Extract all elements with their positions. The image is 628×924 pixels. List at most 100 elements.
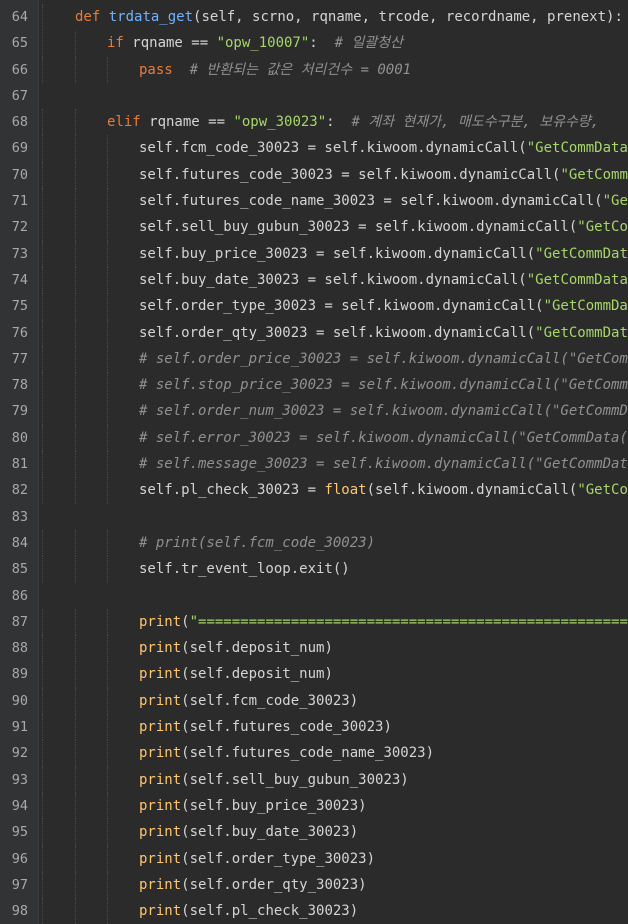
code-token: "GetCommData bbox=[560, 166, 628, 183]
code-line[interactable]: 92 print(self.futures_code_name_30023) bbox=[0, 740, 628, 767]
indent-guide bbox=[42, 898, 43, 924]
code-line[interactable]: 91 print(self.futures_code_30023) bbox=[0, 714, 628, 741]
indent-guide bbox=[75, 161, 76, 189]
indent-guide bbox=[107, 608, 108, 636]
code-text: # self.message_30023 = self.kiwoom.dynam… bbox=[139, 451, 628, 477]
code-text: print(self.futures_code_name_30023) bbox=[139, 740, 434, 766]
code-line[interactable]: 79 # self.order_num_30023 = self.kiwoom.d… bbox=[0, 398, 628, 425]
code-line[interactable]: 89 print(self.deposit_num) bbox=[0, 661, 628, 688]
indent-guide bbox=[75, 188, 76, 215]
code-line[interactable]: 70 self.futures_code_30023 = self.kiwoom.… bbox=[0, 161, 628, 189]
indent-guide bbox=[75, 714, 76, 741]
code-line[interactable]: 78 # self.stop_price_30023 = self.kiwoom.… bbox=[0, 372, 628, 399]
code-line[interactable]: 75 self.order_type_30023 = self.kiwoom.dy… bbox=[0, 293, 628, 320]
indent-guide bbox=[75, 30, 76, 57]
code-area[interactable]: 64 def trdata_get(self, scrno, rqname, tr… bbox=[0, 4, 628, 924]
code-line[interactable]: 76 self.order_qty_30023 = self.kiwoom.dyn… bbox=[0, 319, 628, 346]
line-number: 84 bbox=[11, 534, 28, 551]
indent-guide bbox=[107, 687, 108, 715]
indent-guide bbox=[75, 266, 76, 294]
code-token: (self.kiwoom.dynamicCall( bbox=[366, 482, 578, 499]
code-line[interactable]: 84 # print(self.fcm_code_30023) bbox=[0, 529, 628, 557]
indent-guide bbox=[107, 293, 108, 320]
code-line[interactable]: 73 self.buy_price_30023 = self.kiwoom.dyn… bbox=[0, 240, 628, 267]
indent-guide bbox=[107, 372, 108, 399]
code-token: self.pl_check_30023 = bbox=[139, 482, 325, 499]
line-number: 85 bbox=[11, 561, 28, 578]
code-token: "opw_30023" bbox=[233, 114, 327, 131]
indent-guide bbox=[42, 345, 43, 373]
indent-guide bbox=[107, 188, 108, 215]
line-number: 86 bbox=[11, 587, 28, 604]
code-text: def trdata_get(self, scrno, rqname, trco… bbox=[75, 4, 623, 30]
code-line[interactable]: 68 elif rqname == "opw_30023": # 계좌 현재가, … bbox=[0, 109, 628, 136]
code-token: self.order_qty_30023 = self.kiwoom.dynam… bbox=[139, 324, 536, 341]
code-line[interactable]: 87 print("===============================… bbox=[0, 608, 628, 636]
code-line[interactable]: 69 self.fcm_code_30023 = self.kiwoom.dyna… bbox=[0, 135, 628, 162]
code-token: # self.error_30023 = self.kiwoom.dynamic… bbox=[139, 429, 628, 446]
code-line[interactable]: 93 print(self.sell_buy_gubun_30023) bbox=[0, 766, 628, 793]
code-line[interactable]: 77 # self.order_price_30023 = self.kiwoom… bbox=[0, 345, 628, 373]
code-line[interactable]: 71 self.futures_code_name_30023 = self.ki… bbox=[0, 188, 628, 215]
code-token: : bbox=[309, 35, 335, 52]
code-token: # self.message_30023 = self.kiwoom.dynam… bbox=[139, 456, 628, 473]
code-token: (self.deposit_num) bbox=[181, 666, 333, 683]
code-line[interactable]: 94 print(self.buy_price_30023) bbox=[0, 792, 628, 820]
code-token: float bbox=[324, 482, 367, 499]
code-line[interactable]: 74 self.buy_date_30023 = self.kiwoom.dyna… bbox=[0, 266, 628, 294]
indent-guide bbox=[75, 319, 76, 346]
code-line[interactable]: 85 self.tr_event_loop.exit() bbox=[0, 556, 628, 583]
indent-guide bbox=[75, 109, 76, 136]
line-number: 66 bbox=[11, 61, 28, 78]
code-text: self.order_type_30023 = self.kiwoom.dyna… bbox=[139, 293, 628, 319]
code-line[interactable]: 67 bbox=[0, 83, 628, 109]
line-number: 70 bbox=[11, 166, 28, 183]
code-token: (self.order_qty_30023) bbox=[181, 876, 367, 893]
code-line[interactable]: 82 self.pl_check_30023 = float(self.kiwoo… bbox=[0, 477, 628, 504]
indent-guide bbox=[42, 266, 43, 294]
indent-guide bbox=[107, 477, 108, 504]
code-line[interactable]: 95 print(self.buy_date_30023) bbox=[0, 819, 628, 846]
code-text: pass # 반환되는 값은 처리건수 = 0001 bbox=[139, 57, 411, 83]
code-line[interactable]: 65 if rqname == "opw_10007": # 일괄청산 bbox=[0, 30, 628, 57]
code-token: "GetCommData(QS bbox=[526, 271, 628, 288]
code-line[interactable]: 90 print(self.fcm_code_30023) bbox=[0, 687, 628, 715]
code-token: : bbox=[326, 114, 352, 131]
code-line[interactable]: 83 bbox=[0, 504, 628, 530]
indent-guide bbox=[75, 398, 76, 425]
indent-guide bbox=[42, 135, 43, 162]
indent-guide bbox=[42, 424, 43, 452]
line-number: 82 bbox=[11, 482, 28, 499]
indent-guide bbox=[42, 477, 43, 504]
line-number: 83 bbox=[11, 508, 28, 525]
code-line[interactable]: 66 pass # 반환되는 값은 처리건수 = 0001 bbox=[0, 56, 628, 83]
indent-guide bbox=[42, 240, 43, 267]
code-text: # self.error_30023 = self.kiwoom.dynamic… bbox=[139, 425, 628, 451]
code-line[interactable]: 96 print(self.order_type_30023) bbox=[0, 845, 628, 872]
code-line[interactable]: 98 print(self.pl_check_30023) bbox=[0, 898, 628, 924]
code-line[interactable]: 81 # self.message_30023 = self.kiwoom.dyn… bbox=[0, 451, 628, 478]
code-text: print(self.order_qty_30023) bbox=[139, 872, 367, 898]
code-token: print bbox=[139, 719, 182, 736]
indent-guide bbox=[107, 766, 108, 793]
line-number: 81 bbox=[11, 456, 28, 473]
line-number: 65 bbox=[11, 35, 28, 52]
code-text: # self.order_price_30023 = self.kiwoom.d… bbox=[139, 346, 628, 372]
indent-guide bbox=[107, 819, 108, 846]
code-token: "GetCommDa bbox=[577, 482, 628, 499]
code-line[interactable]: 64 def trdata_get(self, scrno, rqname, tr… bbox=[0, 4, 628, 31]
indent-guide bbox=[75, 845, 76, 872]
code-line[interactable]: 86 bbox=[0, 583, 628, 609]
code-line[interactable]: 72 self.sell_buy_gubun_30023 = self.kiwoo… bbox=[0, 214, 628, 241]
indent-guide bbox=[42, 319, 43, 346]
code-line[interactable]: 80 # self.error_30023 = self.kiwoom.dynam… bbox=[0, 424, 628, 452]
code-line[interactable]: 88 print(self.deposit_num) bbox=[0, 635, 628, 662]
line-number: 64 bbox=[11, 9, 28, 25]
indent-guide bbox=[42, 161, 43, 189]
code-token: self.futures_code_name_30023 = self.kiwo… bbox=[139, 193, 603, 210]
code-token: "GetCommData(QS bbox=[535, 245, 628, 262]
code-line[interactable]: 97 print(self.order_qty_30023) bbox=[0, 871, 628, 899]
line-number: 69 bbox=[11, 140, 28, 157]
code-editor[interactable]: 64 def trdata_get(self, scrno, rqname, tr… bbox=[0, 0, 628, 924]
indent-guide bbox=[75, 792, 76, 820]
